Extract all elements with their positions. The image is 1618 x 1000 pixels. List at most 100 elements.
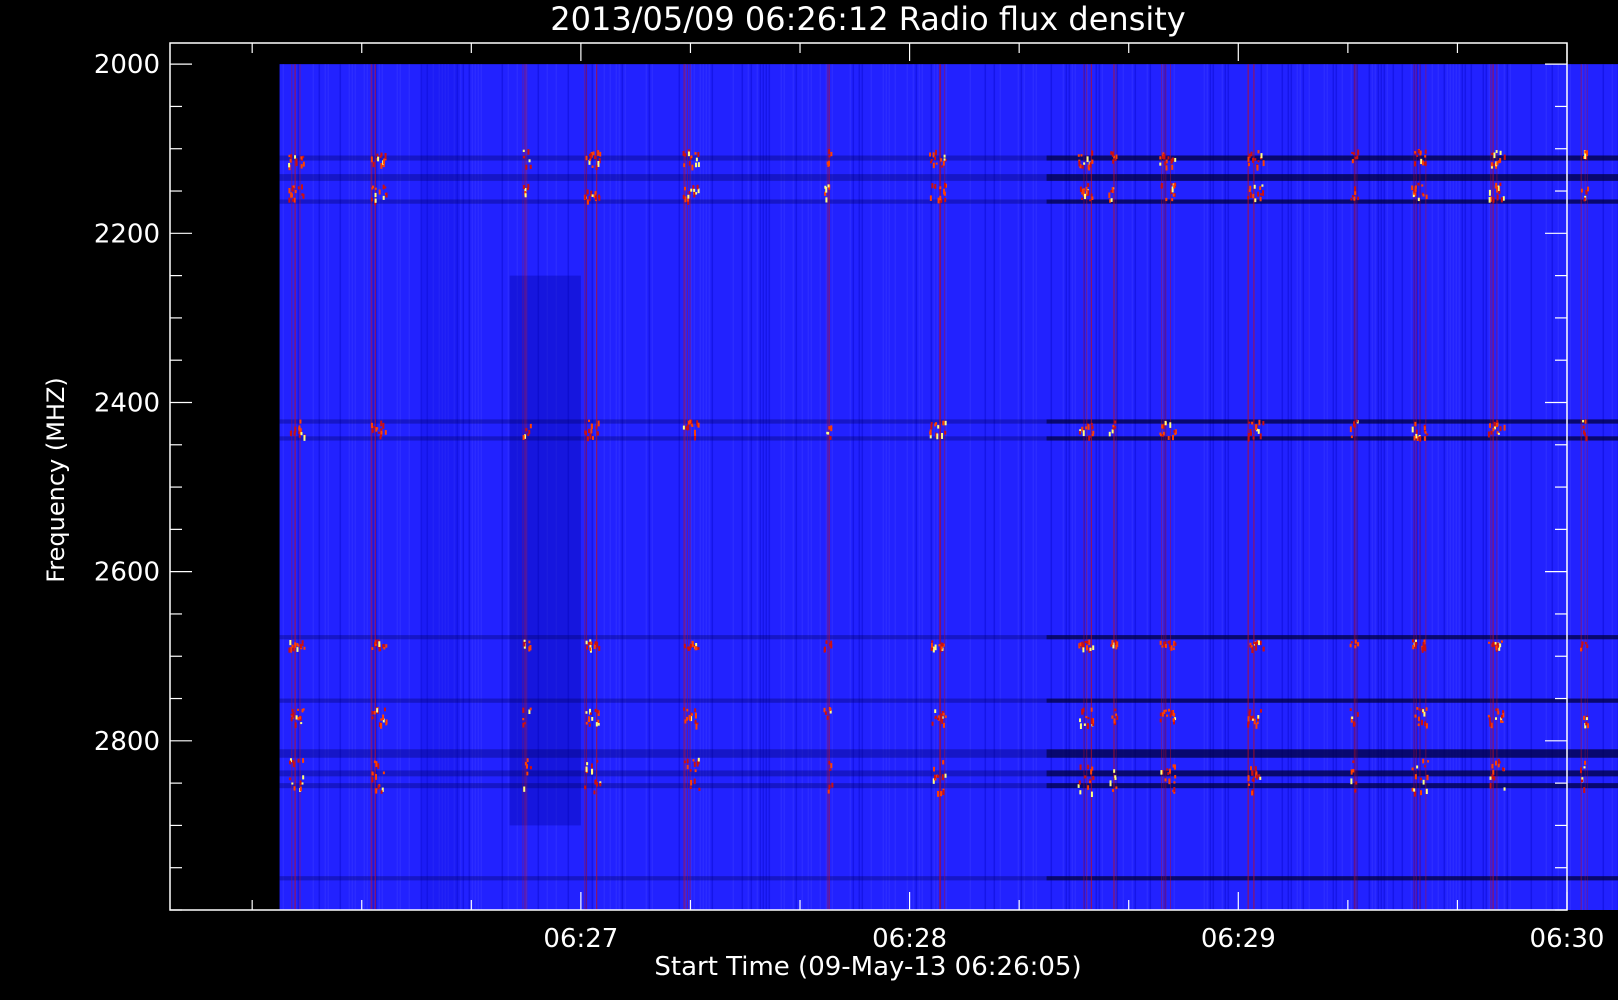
burst-spot — [940, 791, 943, 797]
burst-spot — [1583, 787, 1586, 793]
burst-spot — [591, 716, 594, 721]
burst-streak — [1419, 64, 1421, 910]
burst-spot — [596, 781, 599, 787]
dark-band — [1046, 876, 1618, 881]
burst-spot — [929, 161, 932, 164]
burst-spot — [597, 150, 600, 156]
burst-spot — [1247, 775, 1250, 782]
burst-spot — [1583, 766, 1586, 769]
burst-spot — [376, 708, 379, 713]
burst-spot — [1500, 197, 1503, 203]
burst-spot — [1352, 768, 1355, 773]
burst-spot — [1115, 786, 1118, 790]
dark-band — [1046, 749, 1618, 758]
burst-spot — [584, 194, 587, 200]
burst-spot — [693, 191, 696, 198]
burst-spot — [1349, 426, 1352, 433]
burst-spot — [1085, 715, 1088, 718]
burst-spot — [1088, 639, 1091, 646]
burst-spot — [1494, 760, 1497, 766]
burst-spot — [1114, 158, 1117, 161]
burst-spot — [527, 183, 530, 190]
y-tick-label: 2200 — [94, 219, 160, 249]
burst-spot — [1495, 645, 1498, 651]
burst-spot — [1257, 191, 1260, 197]
burst-spot — [1417, 723, 1420, 727]
burst-spot — [588, 195, 591, 202]
burst-spot — [1164, 641, 1167, 644]
burst-spot — [1255, 424, 1258, 431]
burst-spot — [695, 162, 698, 168]
burst-spot — [292, 711, 295, 718]
dark-band — [1046, 783, 1618, 789]
burst-spot — [529, 423, 532, 429]
burst-spot — [1426, 774, 1429, 781]
burst-spot — [1582, 425, 1585, 429]
burst-spot — [291, 187, 294, 192]
burst-spot — [1262, 190, 1265, 196]
burst-spot — [296, 647, 299, 652]
burst-spot — [1356, 155, 1359, 160]
burst-spot — [385, 644, 388, 648]
burst-spot — [380, 790, 383, 794]
burst-spot — [522, 717, 525, 721]
burst-spot — [1489, 776, 1492, 780]
burst-spot — [1582, 419, 1585, 423]
burst-spot — [1254, 158, 1257, 161]
burst-spot — [934, 715, 937, 719]
burst-spot — [1262, 160, 1265, 167]
burst-spot — [291, 708, 294, 712]
burst-spot — [1162, 431, 1165, 436]
burst-spot — [590, 423, 593, 429]
burst-spot — [1114, 775, 1117, 779]
burst-spot — [523, 786, 526, 792]
burst-spot — [1112, 159, 1115, 164]
burst-spot — [589, 433, 592, 440]
burst-spot — [1159, 640, 1162, 646]
burst-spot — [1415, 433, 1418, 439]
burst-spot — [1259, 196, 1262, 202]
burst-spot — [1173, 712, 1176, 717]
burst-spot — [1164, 161, 1167, 166]
burst-spot — [1086, 640, 1089, 645]
burst-spot — [1086, 645, 1089, 651]
burst-spot — [289, 430, 292, 437]
burst-spot — [529, 164, 532, 169]
x-tick-label: 06:29 — [1201, 924, 1276, 954]
burst-spot — [524, 193, 527, 198]
burst-spot — [1580, 188, 1583, 193]
burst-spot — [523, 155, 526, 159]
burst-spot — [1084, 775, 1087, 779]
burst-spot — [1166, 768, 1169, 771]
burst-spot — [1087, 785, 1090, 790]
burst-spot — [685, 425, 688, 431]
burst-spot — [380, 722, 383, 729]
burst-streak — [526, 64, 528, 910]
burst-spot — [690, 779, 693, 786]
burst-spot — [1256, 164, 1259, 171]
burst-spot — [590, 641, 593, 645]
burst-spot — [1587, 186, 1590, 192]
burst-spot — [1092, 645, 1095, 651]
burst-spot — [1424, 149, 1427, 154]
burst-spot — [1172, 718, 1175, 722]
burst-spot — [594, 641, 597, 645]
burst-spot — [1489, 783, 1492, 789]
burst-spot — [827, 789, 830, 794]
burst-spot — [929, 152, 932, 157]
burst-spot — [1415, 641, 1418, 646]
burst-spot — [1253, 718, 1256, 725]
burst-spot — [1174, 432, 1177, 436]
burst-spot — [377, 763, 380, 769]
burst-spot — [940, 713, 943, 717]
burst-spot — [382, 195, 385, 200]
burst-spot — [1262, 646, 1265, 652]
burst-spot — [1111, 715, 1114, 719]
burst-spot — [376, 153, 379, 157]
burst-spot — [1417, 716, 1420, 722]
burst-spot — [1089, 162, 1092, 168]
burst-spot — [1251, 790, 1254, 796]
burst-spot — [688, 191, 691, 195]
burst-spot — [1112, 427, 1115, 430]
burst-spot — [1080, 154, 1083, 157]
